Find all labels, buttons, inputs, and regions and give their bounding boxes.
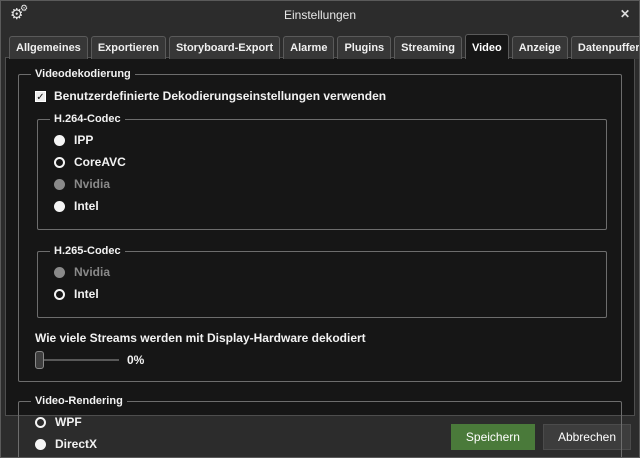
option-nvidia: Nvidia (54, 177, 596, 191)
group-h264-codec-legend: H.264-Codec (50, 113, 125, 125)
option-intel[interactable]: Intel (54, 199, 596, 213)
tab-alarme[interactable]: Alarme (283, 36, 334, 59)
radio-directx[interactable] (35, 439, 46, 450)
radio-intel[interactable] (54, 201, 65, 212)
radio-label-intel: Intel (74, 199, 99, 213)
tab-allgemeines[interactable]: Allgemeines (9, 36, 88, 59)
radio-label-intel: Intel (74, 287, 99, 301)
tab-strip: AllgemeinesExportierenStoryboard-ExportA… (5, 31, 635, 58)
group-videodekodierung: Videodekodierung ✓ Benutzerdefinierte De… (18, 68, 622, 382)
option-intel[interactable]: Intel (54, 287, 596, 301)
custom-decoding-checkbox-row[interactable]: ✓ Benutzerdefinierte Dekodierungseinstel… (35, 89, 611, 103)
slider-track (35, 359, 119, 361)
radio-wpf[interactable] (35, 417, 46, 428)
group-videodekodierung-legend: Videodekodierung (31, 68, 135, 80)
radio-label-coreavc: CoreAVC (74, 155, 126, 169)
video-settings-panel: Videodekodierung ✓ Benutzerdefinierte De… (5, 57, 635, 416)
slider-value: 0% (127, 353, 144, 367)
group-h264-codec: H.264-Codec IPP CoreAVC Nvidia Intel (37, 113, 607, 230)
h265-options: Nvidia Intel (48, 265, 596, 301)
streams-slider-row: 0% (35, 351, 611, 369)
tab-plugins[interactable]: Plugins (337, 36, 391, 59)
streams-slider[interactable] (35, 351, 119, 369)
title-bar: ⚙ ⚙ Einstellungen ✕ (1, 1, 639, 29)
radio-intel[interactable] (54, 289, 65, 300)
radio-label-ipp: IPP (74, 133, 93, 147)
radio-label-wpf: WPF (55, 415, 82, 429)
tab-storyboard-export[interactable]: Storyboard-Export (169, 36, 280, 59)
dialog-title: Einstellungen (1, 1, 639, 29)
option-wpf[interactable]: WPF (35, 415, 611, 429)
h264-options: IPP CoreAVC Nvidia Intel (48, 133, 596, 213)
custom-decoding-checkbox[interactable]: ✓ (35, 91, 46, 102)
gears-icon: ⚙ ⚙ (10, 3, 34, 27)
settings-dialog: ⚙ ⚙ Einstellungen ✕ AllgemeinesExportier… (0, 0, 640, 458)
option-coreavc[interactable]: CoreAVC (54, 155, 596, 169)
radio-label-directx: DirectX (55, 437, 97, 451)
option-ipp[interactable]: IPP (54, 133, 596, 147)
custom-decoding-checkbox-label: Benutzerdefinierte Dekodierungseinstellu… (54, 89, 386, 103)
group-video-rendering: Video-Rendering WPF DirectX (18, 395, 622, 458)
close-icon[interactable]: ✕ (620, 8, 630, 20)
group-video-rendering-legend: Video-Rendering (31, 395, 127, 407)
radio-nvidia (54, 179, 65, 190)
group-h265-codec: H.265-Codec Nvidia Intel (37, 245, 607, 318)
radio-ipp[interactable] (54, 135, 65, 146)
tab-streaming[interactable]: Streaming (394, 36, 462, 59)
option-directx[interactable]: DirectX (35, 437, 611, 451)
streams-slider-label: Wie viele Streams werden mit Display-Har… (35, 331, 611, 345)
tab-datenpuffer[interactable]: Datenpuffer (571, 36, 640, 59)
option-nvidia: Nvidia (54, 265, 596, 279)
rendering-options: WPF DirectX (29, 415, 611, 451)
slider-thumb[interactable] (35, 351, 44, 369)
radio-coreavc[interactable] (54, 157, 65, 168)
radio-label-nvidia: Nvidia (74, 265, 110, 279)
tab-exportieren[interactable]: Exportieren (91, 36, 166, 59)
tab-anzeige[interactable]: Anzeige (512, 36, 568, 59)
radio-label-nvidia: Nvidia (74, 177, 110, 191)
group-h265-codec-legend: H.265-Codec (50, 245, 125, 257)
tab-video[interactable]: Video (465, 34, 509, 59)
radio-nvidia (54, 267, 65, 278)
